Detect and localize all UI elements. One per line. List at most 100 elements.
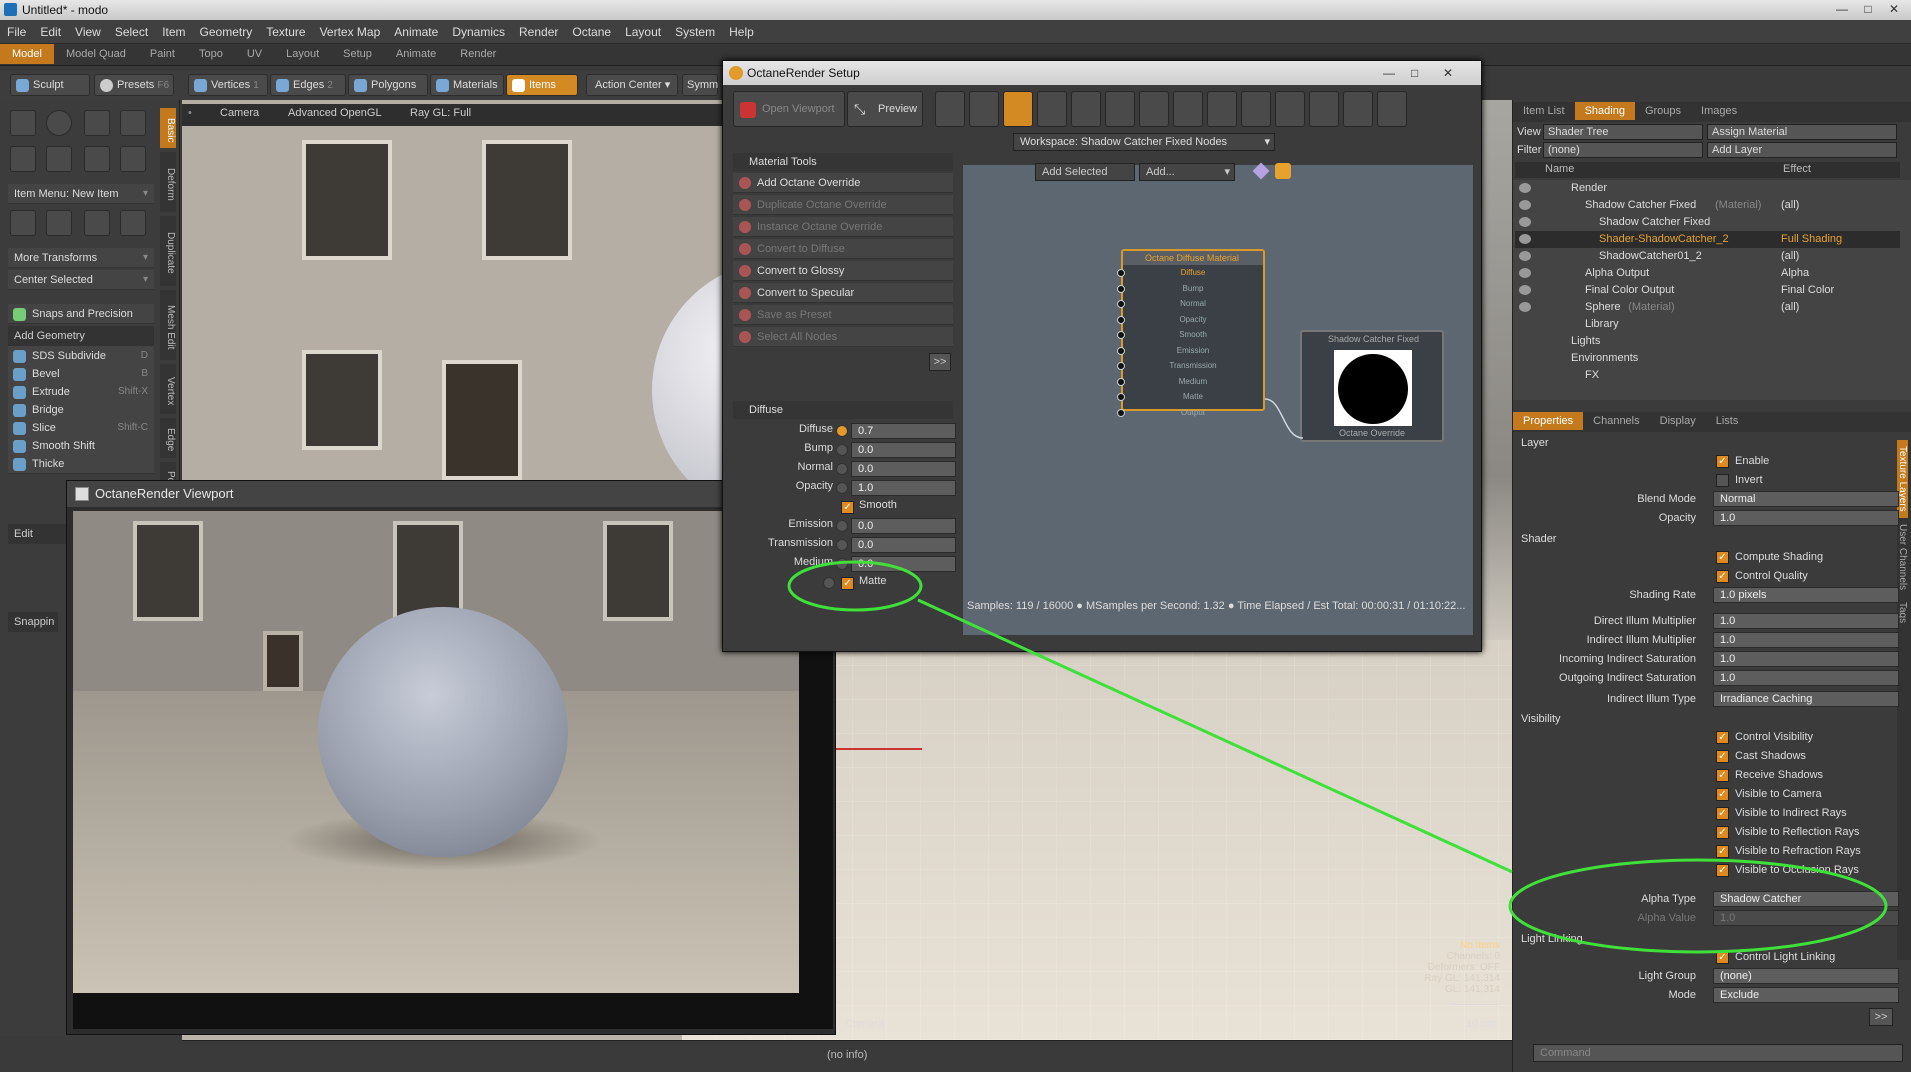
shader-tree-row[interactable]: FX bbox=[1515, 367, 1900, 384]
cone-icon[interactable] bbox=[120, 110, 146, 136]
octane-setup-titlebar[interactable]: OctaneRender Setup — □ ✕ bbox=[723, 61, 1481, 85]
octane-tool-icon[interactable] bbox=[1275, 91, 1305, 127]
item-menu-dropdown[interactable]: Item Menu: New Item ▾ bbox=[8, 184, 154, 204]
octane-tool-icon[interactable] bbox=[1377, 91, 1407, 127]
menu-item[interactable]: Item bbox=[155, 20, 192, 39]
material-tool-item[interactable]: Convert to Specular bbox=[733, 283, 953, 303]
snaps-precision-button[interactable]: Snaps and Precision bbox=[8, 304, 154, 324]
layout-tab[interactable]: Animate bbox=[384, 44, 448, 64]
symmetry-button[interactable]: Symm bbox=[682, 74, 718, 96]
visibility-check-row[interactable]: ✓ Cast Shadows bbox=[1513, 747, 1911, 766]
camera-dropdown[interactable]: Camera bbox=[220, 107, 259, 119]
preview-button[interactable]: ⤡ Preview bbox=[847, 91, 923, 127]
octane-tool-icon[interactable] bbox=[1343, 91, 1373, 127]
alpha-value-field[interactable]: 1.0 bbox=[1713, 910, 1899, 926]
tool-thicke-button[interactable]: Thicke bbox=[8, 454, 154, 474]
eye-icon[interactable] bbox=[1519, 268, 1531, 278]
param-field[interactable]: 1.0 bbox=[851, 480, 956, 496]
eye-icon[interactable] bbox=[1519, 251, 1531, 261]
menu-item[interactable]: Select bbox=[108, 20, 155, 39]
menu-item[interactable]: Texture bbox=[259, 20, 312, 39]
tool-slice-button[interactable]: Slice Shift-C bbox=[8, 418, 154, 438]
field-value[interactable]: 1.0 bbox=[1713, 632, 1899, 648]
eye-icon[interactable] bbox=[1519, 285, 1531, 295]
octane-render-image[interactable] bbox=[73, 511, 799, 993]
param-field[interactable]: 0.7 bbox=[851, 423, 956, 439]
invert-row[interactable]: Invert bbox=[1513, 471, 1911, 490]
octane-tool-icon[interactable] bbox=[1003, 91, 1033, 127]
vertical-tab[interactable]: Mesh Edit bbox=[160, 290, 176, 360]
octane-viewport-titlebar[interactable]: OctaneRender Viewport bbox=[67, 481, 835, 507]
enable-row[interactable]: ✓ Enable bbox=[1513, 452, 1911, 471]
add-geometry-section[interactable]: Add Geometry bbox=[8, 326, 154, 346]
shader-tree-row[interactable]: Shadow Catcher Fixed (Material) (all) bbox=[1515, 197, 1900, 214]
close-button[interactable]: ✕ bbox=[1881, 0, 1907, 18]
add-layer-dropdown[interactable]: Add Layer bbox=[1707, 142, 1897, 158]
visibility-checkbox[interactable]: ✓ bbox=[1716, 845, 1729, 858]
material-tool-item[interactable]: Convert to Glossy bbox=[733, 261, 953, 281]
shader-tree-row[interactable]: Alpha Output Alpha bbox=[1515, 265, 1900, 282]
light-group-dropdown[interactable]: (none) bbox=[1713, 968, 1899, 984]
param-link-dot[interactable] bbox=[836, 482, 848, 494]
octane-tool-icon[interactable] bbox=[1037, 91, 1067, 127]
octane-tool-icon[interactable] bbox=[1309, 91, 1339, 127]
menu-item[interactable]: Dynamics bbox=[445, 20, 512, 39]
octane-tool-icon[interactable] bbox=[1071, 91, 1101, 127]
param-link-dot[interactable] bbox=[836, 425, 848, 437]
layout-tab[interactable]: Model Quad bbox=[54, 44, 138, 64]
param-link-dot[interactable] bbox=[836, 520, 848, 532]
layout-tab[interactable]: Paint bbox=[138, 44, 187, 64]
layout-tab[interactable]: Model bbox=[0, 44, 54, 64]
center-selected-dropdown[interactable]: Center Selected ▾ bbox=[8, 270, 154, 290]
vertical-tab[interactable]: Edge bbox=[160, 418, 176, 458]
param-link-dot[interactable] bbox=[836, 444, 848, 456]
move-icon[interactable] bbox=[10, 210, 36, 236]
shader-tab[interactable]: Groups bbox=[1635, 102, 1691, 120]
param-link-dot[interactable] bbox=[836, 463, 848, 475]
close-button[interactable]: ✕ bbox=[1443, 61, 1453, 85]
shading-rate-field[interactable]: 1.0 pixels bbox=[1713, 587, 1899, 603]
more-properties-button[interactable]: >> bbox=[1869, 1008, 1893, 1026]
shader-tree-row[interactable]: ShadowCatcher01_2 (all) bbox=[1515, 248, 1900, 265]
properties-tab[interactable]: Lists bbox=[1706, 412, 1749, 430]
layout-tab[interactable]: Topo bbox=[187, 44, 235, 64]
minimize-button[interactable]: — bbox=[1383, 61, 1395, 85]
menu-item[interactable]: Octane bbox=[565, 20, 618, 39]
param-field[interactable]: 0.0 bbox=[851, 518, 956, 534]
octane-tool-icon[interactable] bbox=[1173, 91, 1203, 127]
action-center-dropdown[interactable]: Action Center ▾ bbox=[586, 74, 678, 96]
layout-tab[interactable]: Layout bbox=[274, 44, 331, 64]
minimize-button[interactable]: — bbox=[1829, 0, 1855, 18]
torus-icon[interactable] bbox=[10, 146, 36, 172]
eye-icon[interactable] bbox=[1519, 217, 1531, 227]
menu-item[interactable]: System bbox=[668, 20, 722, 39]
visibility-check-row[interactable]: ✓ Receive Shadows bbox=[1513, 766, 1911, 785]
smooth-checkbox[interactable]: ✓ bbox=[841, 501, 854, 514]
more-tools-button[interactable]: >> bbox=[929, 353, 951, 371]
scale-icon[interactable] bbox=[84, 210, 110, 236]
shading-dropdown[interactable]: Advanced OpenGL bbox=[288, 107, 382, 119]
pen-icon[interactable] bbox=[84, 146, 110, 172]
control-quality-row[interactable]: ✓ Control Quality bbox=[1513, 567, 1911, 586]
menu-item[interactable]: Edit bbox=[33, 20, 68, 39]
tool-bevel-button[interactable]: Bevel B bbox=[8, 364, 154, 384]
view-dropdown[interactable]: Shader Tree bbox=[1543, 124, 1703, 140]
field-value[interactable]: 1.0 bbox=[1713, 613, 1899, 629]
assign-material-dropdown[interactable]: Assign Material bbox=[1707, 124, 1897, 140]
visibility-check-row[interactable]: ✓ Visible to Occlusion Rays bbox=[1513, 861, 1911, 880]
raygl-dropdown[interactable]: Ray GL: Full bbox=[410, 107, 471, 119]
eye-icon[interactable] bbox=[1519, 183, 1531, 193]
tool-bridge-button[interactable]: Bridge bbox=[8, 400, 154, 420]
materials-button[interactable]: Materials bbox=[430, 74, 504, 96]
opacity-field[interactable]: 1.0 bbox=[1713, 510, 1899, 526]
tool-smooth-shift-button[interactable]: Smooth Shift bbox=[8, 436, 154, 456]
invert-checkbox[interactable] bbox=[1716, 474, 1729, 487]
matte-link-dot[interactable] bbox=[823, 577, 835, 589]
node-editor[interactable]: Workspace: Shadow Catcher Fixed Nodes ▾ A… bbox=[963, 133, 1473, 635]
visibility-checkbox[interactable]: ✓ bbox=[1716, 769, 1729, 782]
visibility-checkbox[interactable]: ✓ bbox=[1716, 731, 1729, 744]
diffuse-header[interactable]: Diffuse bbox=[733, 401, 953, 419]
matte-checkbox[interactable]: ✓ bbox=[841, 577, 854, 590]
maximize-button[interactable]: □ bbox=[1855, 0, 1881, 18]
filter-dropdown[interactable]: (none) bbox=[1543, 142, 1703, 158]
